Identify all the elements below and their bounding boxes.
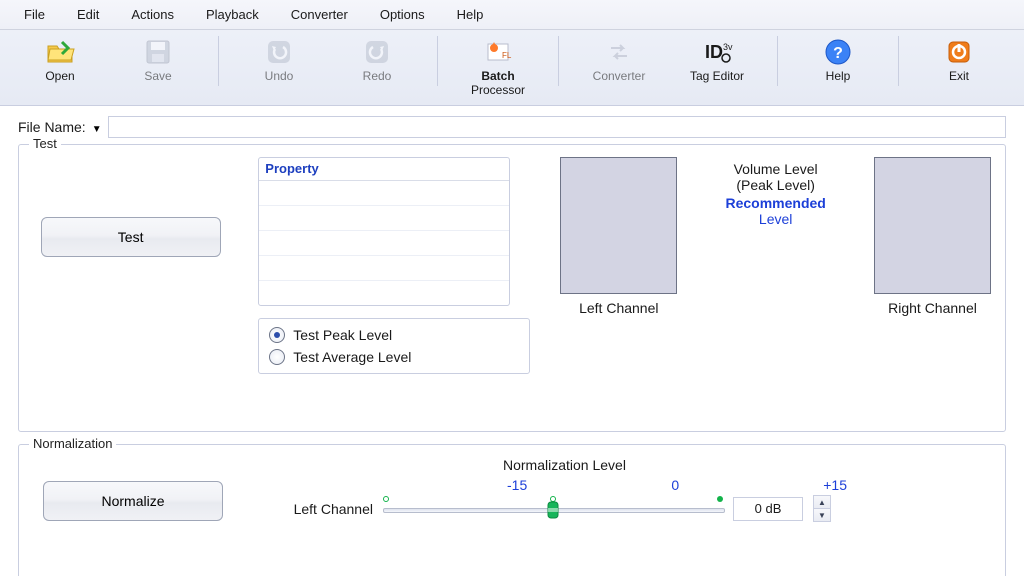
left-channel-meter bbox=[560, 157, 677, 294]
svg-text:3v2: 3v2 bbox=[723, 42, 733, 52]
property-row bbox=[259, 206, 509, 231]
help-icon: ? bbox=[822, 36, 854, 68]
toolbar-separator bbox=[558, 36, 559, 86]
open-button[interactable]: Open bbox=[20, 34, 100, 85]
right-channel-meter bbox=[874, 157, 991, 294]
menu-playback[interactable]: Playback bbox=[192, 4, 273, 25]
radio-icon bbox=[269, 349, 285, 365]
toolbar-separator bbox=[777, 36, 778, 86]
tag-icon: ID3v2 bbox=[701, 36, 733, 68]
toolbar-separator bbox=[898, 36, 899, 86]
save-button: Save bbox=[118, 34, 198, 85]
normalization-slider[interactable] bbox=[383, 496, 723, 522]
exit-icon bbox=[943, 36, 975, 68]
exit-label: Exit bbox=[949, 69, 969, 83]
converter-icon bbox=[603, 36, 635, 68]
normalization-value: 0 dB bbox=[733, 497, 803, 521]
menu-edit[interactable]: Edit bbox=[63, 4, 113, 25]
slider-thumb[interactable] bbox=[547, 501, 559, 519]
converter-button: Converter bbox=[579, 34, 659, 85]
left-channel-label: Left Channel bbox=[579, 300, 658, 316]
test-group: Test Test Property Test Peak LevelTest A… bbox=[18, 144, 1006, 432]
property-row bbox=[259, 281, 509, 305]
file-name-dropdown[interactable]: ▼ bbox=[92, 120, 102, 135]
slider-left-channel-label: Left Channel bbox=[263, 501, 373, 517]
svg-text:ID: ID bbox=[705, 42, 723, 62]
right-channel-label: Right Channel bbox=[888, 300, 977, 316]
batch-label: BatchProcessor bbox=[471, 69, 525, 97]
slider-tick-max bbox=[717, 496, 723, 502]
radio-peak[interactable]: Test Peak Level bbox=[269, 327, 519, 343]
normalization-spinner[interactable]: ▲ ▼ bbox=[813, 495, 831, 522]
property-row bbox=[259, 231, 509, 256]
toolbar-separator bbox=[218, 36, 219, 86]
batch-button[interactable]: FL BatchProcessor bbox=[458, 34, 538, 99]
floppy-icon bbox=[142, 36, 174, 68]
batch-icon: FL bbox=[482, 36, 514, 68]
slider-tick-min bbox=[383, 496, 389, 502]
spinner-down-icon[interactable]: ▼ bbox=[814, 508, 830, 521]
folder-open-icon bbox=[44, 36, 76, 68]
normalization-group-title: Normalization bbox=[29, 436, 116, 451]
recommended-label: Recommended bbox=[725, 195, 825, 211]
undo-icon bbox=[263, 36, 295, 68]
help-button[interactable]: ? Help bbox=[798, 34, 878, 85]
peak-level-label: (Peak Level) bbox=[736, 177, 815, 193]
menu-converter[interactable]: Converter bbox=[277, 4, 362, 25]
menu-options[interactable]: Options bbox=[366, 4, 439, 25]
toolbar: Open Save Undo Redo FL BatchProcessor Converte… bbox=[0, 30, 1024, 106]
menu-bar: FileEditActionsPlaybackConverterOptionsH… bbox=[0, 0, 1024, 30]
tageditor-button[interactable]: ID3v2Tag Editor bbox=[677, 34, 757, 85]
radio-label: Test Average Level bbox=[293, 349, 411, 365]
test-mode-radios: Test Peak Level Test Average Level bbox=[258, 318, 530, 374]
tageditor-label: Tag Editor bbox=[690, 69, 744, 83]
save-label: Save bbox=[144, 69, 171, 83]
file-name-row: File Name: ▼ bbox=[18, 116, 1006, 138]
recommended-level-label: Level bbox=[759, 211, 792, 227]
exit-button[interactable]: Exit bbox=[919, 34, 999, 85]
normalization-group: Normalization Normalize Normalization Le… bbox=[18, 444, 1006, 576]
menu-actions[interactable]: Actions bbox=[117, 4, 188, 25]
menu-file[interactable]: File bbox=[10, 4, 59, 25]
property-row bbox=[259, 181, 509, 206]
svg-text:?: ? bbox=[833, 45, 843, 62]
tick-label-mid: 0 bbox=[671, 477, 679, 493]
open-label: Open bbox=[45, 69, 74, 83]
tick-label-min: -15 bbox=[507, 477, 527, 493]
property-row bbox=[259, 256, 509, 281]
property-header: Property bbox=[259, 158, 509, 181]
svg-text:FL: FL bbox=[502, 51, 512, 60]
converter-label: Converter bbox=[593, 69, 646, 83]
redo-label: Redo bbox=[363, 69, 392, 83]
test-group-title: Test bbox=[29, 136, 61, 151]
redo-icon bbox=[361, 36, 393, 68]
radio-average[interactable]: Test Average Level bbox=[269, 349, 519, 365]
radio-icon bbox=[269, 327, 285, 343]
normalize-button[interactable]: Normalize bbox=[43, 481, 223, 521]
undo-button: Undo bbox=[239, 34, 319, 85]
test-button[interactable]: Test bbox=[41, 217, 221, 257]
help-label: Help bbox=[826, 69, 851, 83]
file-name-label: File Name: bbox=[18, 119, 86, 135]
redo-button: Redo bbox=[337, 34, 417, 85]
spinner-up-icon[interactable]: ▲ bbox=[814, 496, 830, 508]
file-name-input[interactable] bbox=[108, 116, 1006, 138]
tick-label-max: +15 bbox=[823, 477, 847, 493]
property-table: Property bbox=[258, 157, 510, 306]
undo-label: Undo bbox=[265, 69, 294, 83]
menu-help[interactable]: Help bbox=[443, 4, 498, 25]
volume-level-label: Volume Level bbox=[734, 161, 818, 177]
toolbar-separator bbox=[437, 36, 438, 86]
radio-label: Test Peak Level bbox=[293, 327, 392, 343]
normalization-level-label: Normalization Level bbox=[503, 457, 991, 473]
